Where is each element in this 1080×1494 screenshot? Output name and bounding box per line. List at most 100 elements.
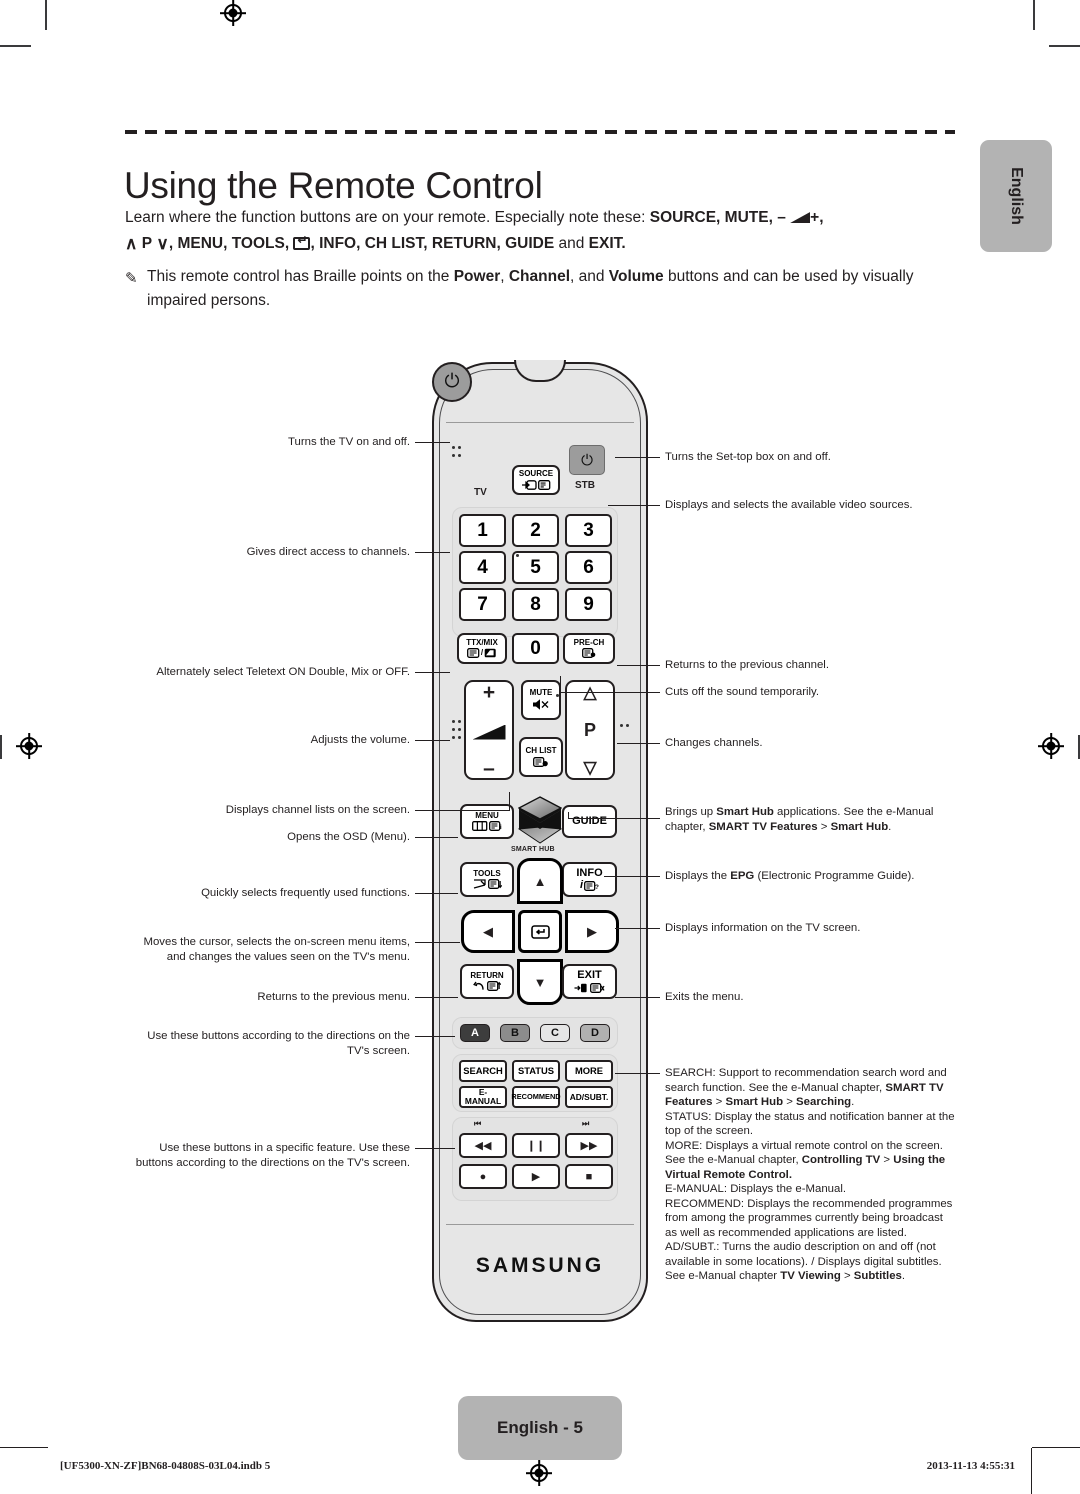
exit-button[interactable]: EXIT (562, 964, 617, 999)
ttx-mix-button[interactable]: TTX/MIX / (457, 633, 507, 664)
chevron-up-icon: ∧ (125, 234, 138, 253)
list-icon (537, 479, 550, 490)
colour-button-b[interactable]: B (500, 1024, 530, 1042)
callout-ttx-mix: Alternately select Teletext ON Double, M… (156, 666, 410, 678)
info-list-icon: ? (584, 880, 599, 891)
arrow-up-icon: ▲ (533, 873, 547, 889)
play-button[interactable]: ▶ (512, 1164, 560, 1189)
callout-smarthub: Brings up Smart Hub applications. See th… (665, 805, 955, 834)
chevron-down-icon: ∨ (156, 234, 169, 253)
search-bold-2: Smart Hub (725, 1096, 784, 1108)
enter-box-icon (293, 234, 311, 250)
intro-line2-d: EXIT. (588, 235, 626, 252)
smarthub-text-g: . (888, 820, 892, 833)
dpad-enter-button[interactable] (518, 910, 562, 953)
intro-paragraph: Learn where the function buttons are on … (125, 205, 955, 257)
number-button-6[interactable]: 6 (565, 551, 612, 584)
number-button-3[interactable]: 3 (565, 514, 612, 547)
more-bold-1: Controlling TV (801, 1154, 881, 1166)
leader-media (415, 1148, 455, 1150)
colour-button-a[interactable]: A (460, 1024, 490, 1042)
leader-channel (617, 743, 660, 745)
remote-top-divider (446, 422, 634, 424)
teletext-icon (466, 648, 480, 659)
status-text: STATUS: Display the status and notificat… (665, 1110, 955, 1138)
channel-list-icon (533, 756, 548, 767)
volume-rocker[interactable]: + – (464, 680, 514, 780)
number-button-7[interactable]: 7 (459, 588, 506, 621)
smarthub-bold-3: Smart Hub (830, 820, 889, 833)
search-text-e: > (783, 1096, 797, 1108)
crop-mark-top-left-h (0, 45, 31, 47)
leader-source (608, 505, 660, 507)
number-button-8[interactable]: 8 (512, 588, 559, 621)
number-button-2[interactable]: 2 (512, 514, 559, 547)
colour-button-c[interactable]: C (540, 1024, 570, 1042)
number-button-9[interactable]: 9 (565, 588, 612, 621)
stop-button[interactable]: ■ (565, 1164, 613, 1189)
leader-mute (560, 692, 660, 694)
guide-bold-epg: EPG (730, 870, 755, 882)
mix-icon (484, 648, 496, 658)
note-text-a: This remote control has Braille points o… (147, 268, 454, 285)
leader-tools (415, 893, 458, 895)
leader-info (615, 928, 660, 930)
page-title: Using the Remote Control (124, 164, 543, 206)
smarthub-text-e: > (817, 820, 831, 833)
search-button[interactable]: SEARCH (459, 1060, 507, 1082)
source-button[interactable]: SOURCE (512, 465, 560, 495)
language-side-tab: English (980, 140, 1052, 252)
pause-button[interactable]: ❙❙ (512, 1133, 560, 1158)
fast-forward-button[interactable]: ▶▶ (565, 1133, 613, 1158)
menu-glyphs: i (471, 821, 503, 831)
tools-button[interactable]: TOOLS (460, 862, 514, 897)
dpad-right-button[interactable]: ▶ (565, 910, 619, 953)
return-glyphs (473, 981, 501, 992)
smarthub-text-a: Brings up (665, 806, 717, 818)
power-stb-button[interactable]: ⏻ (569, 445, 605, 475)
info-button[interactable]: INFO i ? (562, 862, 617, 897)
previous-channel-icon (582, 648, 596, 659)
adsubt-bold-2: Subtitles (853, 1270, 902, 1282)
leader-power-tv (415, 442, 450, 444)
footer-rule-right (1032, 1447, 1080, 1449)
rewind-button[interactable]: ◀◀ (459, 1133, 507, 1158)
power-tv-button[interactable]: ⏻ (432, 362, 472, 402)
volume-triangle-icon (790, 212, 811, 223)
number-button-4[interactable]: 4 (459, 551, 506, 584)
more-button[interactable]: MORE (565, 1060, 613, 1082)
smarthub-bold-1: Smart Hub (716, 806, 774, 818)
intro-line2-c: and (554, 235, 589, 252)
mute-glyph (532, 698, 550, 711)
smart-hub-button[interactable] (517, 796, 563, 844)
recommend-button[interactable]: RECOMMEND (511, 1086, 561, 1108)
leader-functions (615, 1073, 660, 1075)
note-channel: Channel (508, 268, 571, 285)
status-button[interactable]: STATUS (512, 1060, 560, 1082)
ad-subt-button[interactable]: AD/SUBT. (565, 1086, 613, 1108)
callout-return: Returns to the previous menu. (257, 991, 410, 1003)
channel-rocker[interactable]: △ P ▽ (565, 680, 615, 780)
number-button-1[interactable]: 1 (459, 514, 506, 547)
registration-mark-top (220, 0, 246, 26)
colour-button-d[interactable]: D (580, 1024, 610, 1042)
return-button[interactable]: RETURN (460, 964, 514, 999)
pre-ch-button[interactable]: PRE-CH (563, 633, 615, 664)
registration-mark-right (1038, 733, 1064, 759)
number-button-5[interactable]: 5 (512, 551, 559, 584)
mute-button[interactable]: MUTE (521, 680, 561, 720)
record-button[interactable]: ● (459, 1164, 507, 1189)
dpad-up-button[interactable]: ▲ (517, 858, 563, 904)
callout-ch-list: Displays channel lists on the screen. (225, 804, 410, 816)
remote-bottom-divider (446, 1224, 634, 1226)
callout-source: Displays and selects the available video… (665, 499, 913, 511)
guide-button[interactable]: GUIDE (562, 805, 617, 838)
dpad-down-button[interactable]: ▼ (517, 959, 563, 1005)
ch-list-button[interactable]: CH LIST (519, 737, 563, 777)
number-button-0[interactable]: 0 (512, 633, 559, 664)
smart-hub-cube-icon (517, 796, 563, 844)
crop-mark-top-right-v (1033, 0, 1035, 30)
e-manual-button[interactable]: E-MANUAL (459, 1086, 507, 1108)
dpad-left-button[interactable]: ◀ (461, 910, 515, 953)
power-tv-label: TV (474, 487, 487, 498)
